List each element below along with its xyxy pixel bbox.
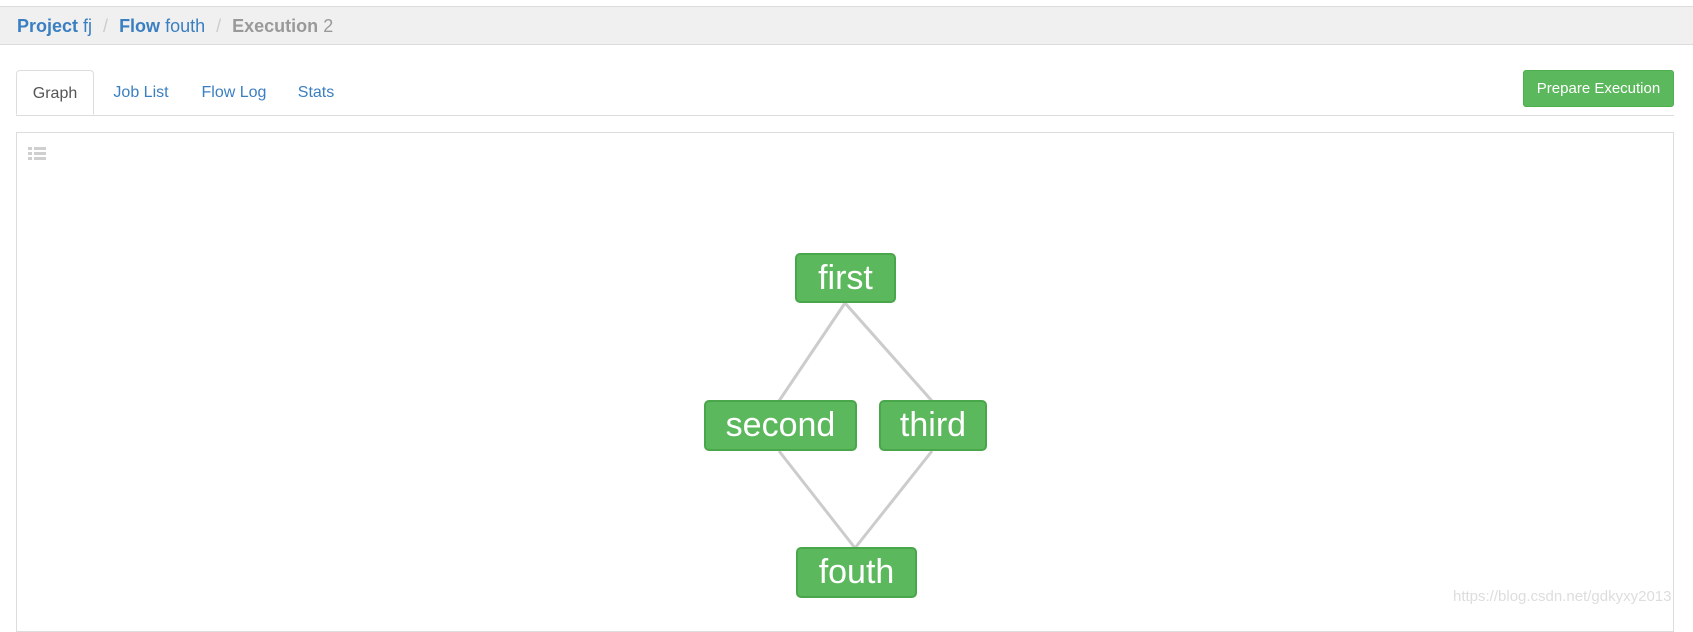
graph-panel: first second third fouth <box>16 132 1674 632</box>
tab-job-list[interactable]: Job List <box>94 70 188 115</box>
breadcrumb-project-link[interactable]: Project fj <box>17 16 92 36</box>
edge-second-fouth <box>777 450 857 549</box>
tab-graph[interactable]: Graph <box>16 70 94 115</box>
tab-flow-log[interactable]: Flow Log <box>188 70 280 115</box>
breadcrumb-execution-label: Execution <box>232 16 319 36</box>
prepare-execution-button[interactable]: Prepare Execution <box>1523 70 1674 107</box>
tab-stats[interactable]: Stats <box>280 70 352 115</box>
breadcrumb-project-label: Project <box>17 16 79 36</box>
breadcrumb-execution: Execution 2 <box>232 16 333 36</box>
graph-node-third[interactable]: third <box>879 400 987 451</box>
graph-node-second[interactable]: second <box>704 400 857 451</box>
edge-first-second <box>777 302 847 402</box>
breadcrumb-bar: Project fj / Flow fouth / Execution 2 <box>0 7 1693 45</box>
breadcrumb: Project fj / Flow fouth / Execution 2 <box>17 14 333 38</box>
edge-first-third <box>843 302 934 402</box>
breadcrumb-project-value: fj <box>83 16 93 36</box>
breadcrumb-separator: / <box>216 16 222 36</box>
breadcrumb-flow-link[interactable]: Flow fouth <box>119 16 205 36</box>
breadcrumb-execution-value: 2 <box>323 16 334 36</box>
top-border <box>0 0 1693 7</box>
breadcrumb-flow-value: fouth <box>165 16 206 36</box>
tab-bar: Graph Job List Flow Log Stats <box>16 70 1674 116</box>
graph-node-first[interactable]: first <box>795 253 896 303</box>
breadcrumb-flow-label: Flow <box>119 16 161 36</box>
edge-third-fouth <box>853 450 934 549</box>
graph-node-fouth[interactable]: fouth <box>796 547 917 598</box>
watermark: https://blog.csdn.net/gdkyxy2013 <box>1453 588 1672 605</box>
breadcrumb-separator: / <box>103 16 109 36</box>
